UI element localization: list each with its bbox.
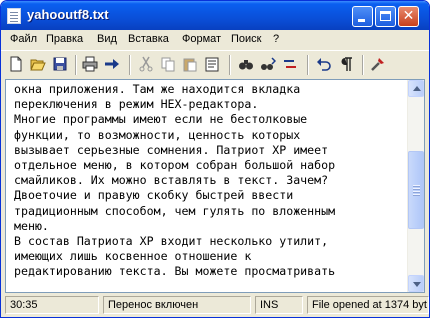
text-line: Многие программы имеют если не бестолков… — [14, 112, 308, 127]
undo-icon[interactable] — [316, 56, 332, 72]
text-line: функции, то возможности, ценность которы… — [14, 127, 301, 142]
text-line: окна приложения. Там же находится вкладк… — [14, 82, 301, 96]
menu-file[interactable]: Файл — [10, 33, 37, 45]
status-insert-mode: INS — [255, 296, 303, 314]
maximize-icon — [380, 11, 391, 21]
minimize-button[interactable] — [352, 6, 373, 27]
toolbar-separator — [362, 55, 364, 75]
maximize-button[interactable] — [375, 6, 396, 27]
status-bar: 30:35 Перенос включен INS File opened at… — [1, 294, 429, 317]
text-line: Двоеточие и правую скобку быстрей ввести — [14, 188, 294, 203]
menu-edit[interactable]: Правка — [46, 33, 83, 45]
text-line: вызывает серьезные сомнения. Патриот XP … — [14, 142, 329, 157]
notepad-icon[interactable] — [7, 8, 21, 24]
app-window: yahooutf8.txt ✕ Файл Правка Вид Вставка … — [0, 0, 430, 318]
paste-icon[interactable] — [182, 56, 198, 72]
toolbar-separator — [229, 55, 231, 75]
grip-line — [413, 191, 420, 192]
toolbar-separator — [75, 55, 77, 75]
menu-view[interactable]: Вид — [97, 33, 117, 45]
menu-insert[interactable]: Вставка — [128, 33, 169, 45]
menu-search[interactable]: Поиск — [231, 33, 261, 45]
window-title: yahooutf8.txt — [27, 7, 109, 22]
minimize-icon — [358, 19, 365, 22]
menu-bar: Файл Правка Вид Вставка Формат Поиск ? — [1, 30, 429, 50]
paste-special-icon[interactable] — [204, 56, 220, 72]
arrow-down-icon — [413, 282, 421, 287]
title-bar[interactable]: yahooutf8.txt ✕ — [1, 1, 429, 30]
paragraph-icon[interactable] — [338, 56, 354, 72]
new-file-icon[interactable] — [8, 56, 24, 72]
menu-help[interactable]: ? — [273, 33, 279, 45]
vertical-scrollbar[interactable] — [407, 80, 424, 292]
cut-icon[interactable] — [138, 56, 154, 72]
scroll-thumb[interactable] — [408, 151, 424, 229]
find-next-icon[interactable] — [260, 56, 276, 72]
print-icon[interactable] — [82, 56, 98, 72]
text-line: меню. — [14, 218, 49, 233]
text-line: имеющих лишь косвенное отношение к — [14, 249, 252, 264]
toolbar-separator — [129, 55, 131, 75]
close-button[interactable]: ✕ — [398, 6, 419, 27]
text-line: переключения в режим HEX-редактора. — [14, 97, 259, 112]
text-editor[interactable]: окна приложения. Там же находится вкладк… — [5, 79, 425, 293]
scroll-down-button[interactable] — [408, 275, 424, 292]
save-icon[interactable] — [52, 56, 68, 72]
text-line: В состав Патриота XP входит несколько ут… — [14, 233, 329, 248]
text-line: смайликов. Их можно вставлять в текст. З… — [14, 173, 329, 188]
text-line: отдельное меню, в котором собран большой… — [14, 157, 336, 172]
status-word-wrap: Перенос включен — [103, 296, 251, 314]
status-file-info: File opened at 1374 byt — [307, 296, 429, 314]
toolbar — [1, 50, 429, 78]
grip-line — [413, 185, 420, 186]
copy-icon[interactable] — [160, 56, 176, 72]
grip-line — [413, 188, 420, 189]
find-icon[interactable] — [238, 56, 254, 72]
menu-format[interactable]: Формат — [182, 33, 221, 45]
scroll-up-button[interactable] — [408, 80, 424, 97]
status-cursor-position: 30:35 — [5, 296, 99, 314]
open-folder-icon[interactable] — [30, 56, 46, 72]
text-line: редактированию текста. Вы можете просмат… — [14, 264, 336, 279]
grip-line — [413, 194, 420, 195]
tools-icon[interactable] — [370, 56, 386, 72]
replace-icon[interactable] — [282, 56, 298, 72]
text-line: традиционным способом, чем гулять по вло… — [14, 203, 336, 218]
editor-text[interactable]: окна приложения. Там же находится вкладк… — [14, 82, 406, 279]
arrow-up-icon — [413, 86, 421, 91]
toolbar-separator — [307, 55, 309, 75]
send-icon[interactable] — [104, 56, 120, 72]
close-icon: ✕ — [402, 8, 415, 24]
